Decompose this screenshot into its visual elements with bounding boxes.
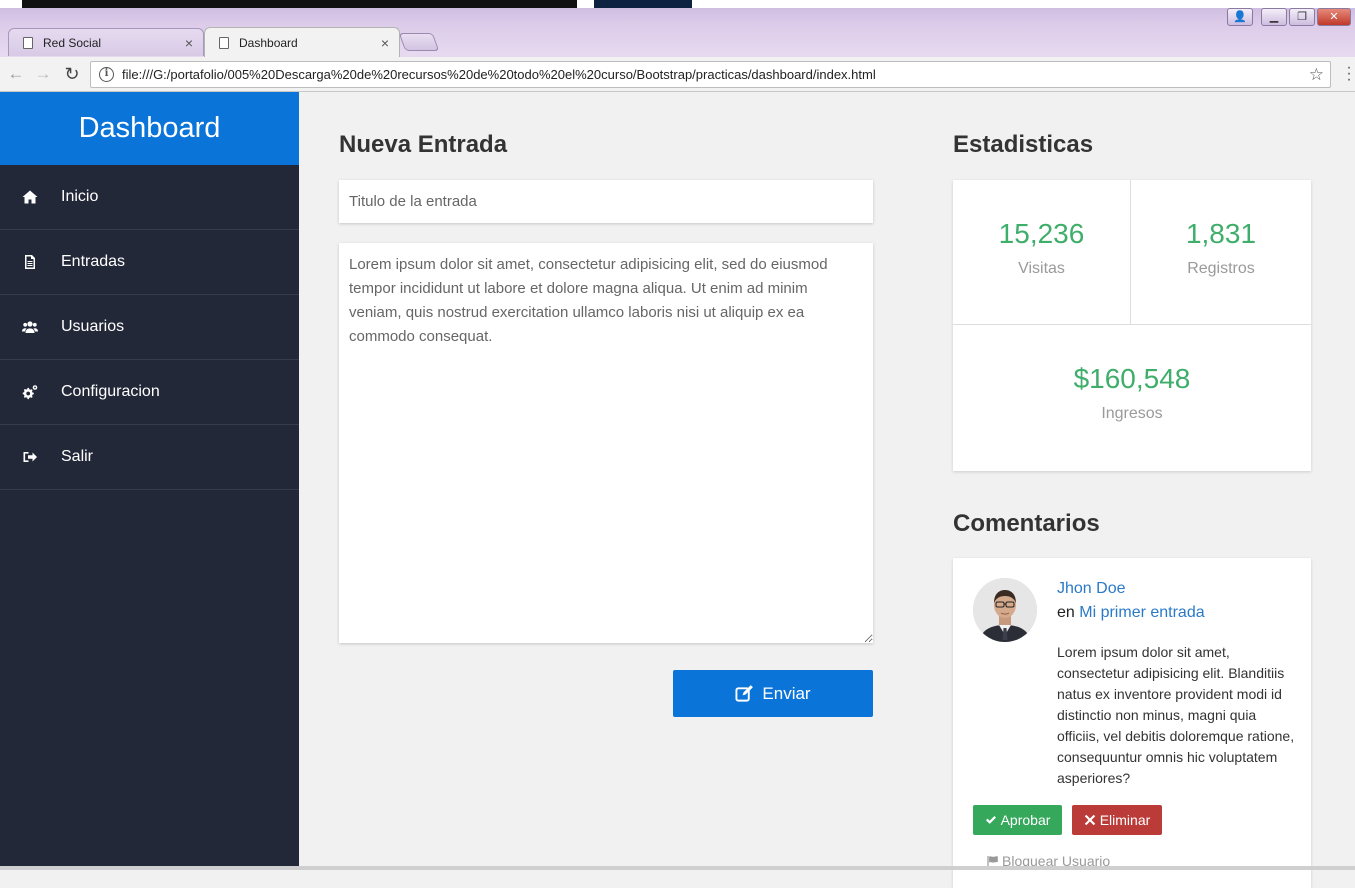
stat-registers: 1,831 Registros	[1131, 180, 1311, 325]
sidebar-item-entradas[interactable]: Entradas	[0, 230, 299, 295]
stat-value: 15,236	[998, 218, 1085, 249]
taskbar-strip	[0, 0, 1355, 8]
minimize-button[interactable]: ▁	[1261, 8, 1287, 26]
submit-post-label: Enviar	[762, 683, 811, 703]
stat-label: Registros	[1187, 260, 1255, 277]
new-tab-button[interactable]	[398, 33, 440, 51]
page-icon	[23, 36, 33, 49]
stat-visits: 15,236 Visitas	[953, 180, 1131, 325]
url-text[interactable]: file:///G:/portafolio/005%20Descarga%20d…	[122, 67, 1309, 82]
taskbar-edge	[0, 866, 1355, 870]
browser-menu-icon[interactable]: · · ·	[1345, 60, 1353, 88]
bookmark-star-icon[interactable]: ☆	[1309, 65, 1324, 85]
stat-label: Visitas	[1018, 260, 1065, 277]
tab-red-social[interactable]: Red Social ×	[8, 28, 204, 56]
comment-post-link[interactable]: Mi primer entrada	[1079, 604, 1204, 621]
delete-label: Eliminar	[1099, 812, 1151, 828]
edit-icon	[735, 685, 754, 702]
new-post-title: Nueva Entrada	[339, 131, 508, 158]
sidebar-item-configuracion[interactable]: Configuracion	[0, 360, 299, 425]
browser-toolbar: ← → ↻ i file:///G:/portafolio/005%20Desc…	[0, 57, 1355, 92]
tab-label: Red Social	[43, 35, 102, 50]
sidebar-item-label: Inicio	[61, 188, 99, 205]
home-icon	[0, 189, 61, 205]
close-window-button[interactable]: ✕	[1317, 8, 1351, 26]
stats-title: Estadisticas	[953, 131, 1094, 158]
tab-close-icon[interactable]: ×	[185, 35, 193, 51]
sidebar-item-inicio[interactable]: Inicio	[0, 165, 299, 230]
comment-post-line: en Mi primer entrada	[1057, 604, 1205, 622]
sidebar-item-label: Salir	[61, 448, 94, 465]
window-controls: 👤 ▁ ❐ ✕	[1227, 8, 1351, 28]
comments-title: Comentarios	[953, 510, 1100, 537]
sidebar-brand[interactable]: Dashboard	[0, 92, 299, 165]
sidebar-item-salir[interactable]: Salir	[0, 425, 299, 490]
stats-panel: 15,236 Visitas 1,831 Registros $160,548 …	[953, 180, 1311, 471]
tab-label: Dashboard	[239, 35, 298, 50]
stat-income: $160,548 Ingresos	[953, 325, 1311, 471]
sidebar-item-label: Entradas	[61, 253, 126, 270]
sidebar: Dashboard Inicio Entradas Usuarios Confi…	[0, 92, 299, 870]
post-body-textarea[interactable]: Lorem ipsum dolor sit amet, consectetur …	[339, 243, 873, 643]
sidebar-item-label: Usuarios	[61, 318, 125, 335]
comment-author-link[interactable]: Jhon Doe	[1057, 580, 1126, 598]
sidebar-item-usuarios[interactable]: Usuarios	[0, 295, 299, 360]
submit-post-button[interactable]: Enviar	[673, 670, 873, 717]
stat-value: $160,548	[1073, 363, 1191, 394]
avatar	[973, 578, 1037, 642]
sign-out-icon	[0, 449, 61, 465]
check-icon	[985, 816, 996, 824]
stat-label: Ingresos	[1101, 405, 1163, 422]
cogs-icon	[0, 384, 61, 400]
back-button[interactable]: ←	[5, 63, 27, 85]
approve-button[interactable]: Aprobar	[973, 805, 1062, 835]
comment-card: Jhon Doe en Mi primer entrada Lorem ipsu…	[953, 558, 1311, 888]
tab-close-icon[interactable]: ×	[381, 35, 389, 51]
address-bar[interactable]: i file:///G:/portafolio/005%20Descarga%2…	[90, 61, 1331, 88]
restore-button[interactable]: ❐	[1289, 8, 1315, 26]
file-icon	[0, 254, 61, 270]
forward-button[interactable]: →	[32, 63, 54, 85]
sidebar-item-label: Configuracion	[61, 383, 160, 400]
comment-post-prefix: en	[1057, 604, 1075, 621]
info-icon[interactable]: i	[99, 67, 114, 82]
profile-icon[interactable]: 👤	[1227, 8, 1253, 26]
post-title-input[interactable]	[339, 180, 873, 223]
users-icon	[0, 319, 61, 335]
browser-titlebar: 👤 ▁ ❐ ✕ Red Social × Dashboard ×	[0, 0, 1355, 60]
times-icon	[1084, 814, 1095, 826]
comment-text: Lorem ipsum dolor sit amet, consectetur …	[1057, 644, 1295, 786]
approve-label: Aprobar	[1000, 812, 1051, 828]
stat-value: 1,831	[1185, 218, 1257, 249]
page-icon	[219, 36, 229, 49]
delete-button[interactable]: Eliminar	[1072, 805, 1162, 835]
reload-button[interactable]: ↻	[61, 63, 83, 85]
tab-dashboard[interactable]: Dashboard ×	[204, 27, 400, 57]
